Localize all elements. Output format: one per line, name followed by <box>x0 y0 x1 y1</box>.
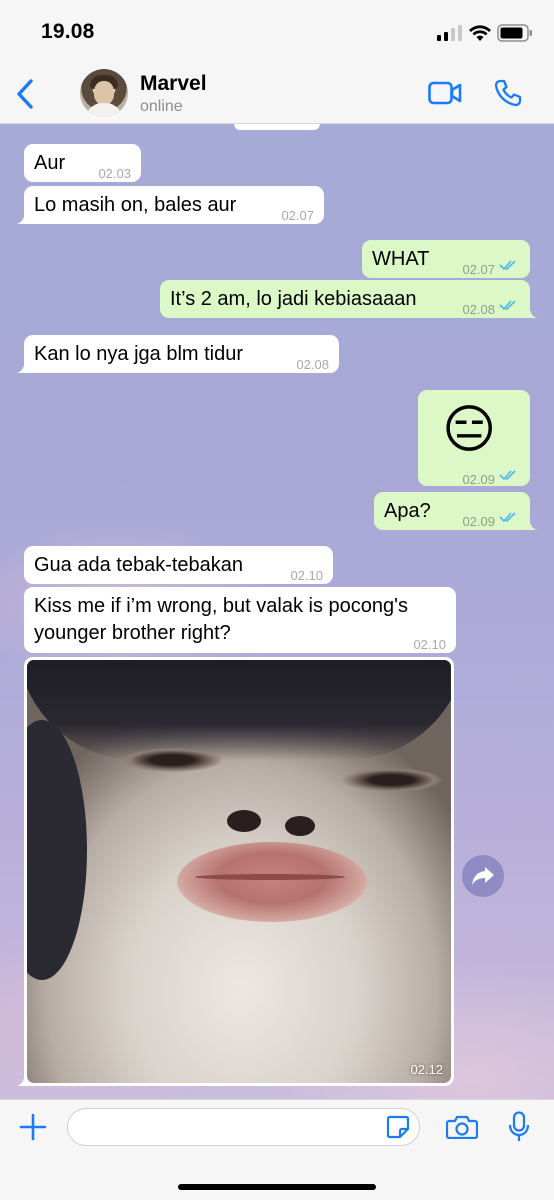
status-bar: 19.08 <box>0 0 554 62</box>
message-time: 02.12 <box>410 1062 443 1077</box>
outgoing-emoji-message[interactable]: 😑 02.09 <box>418 390 530 487</box>
read-ticks-icon <box>499 470 516 481</box>
read-ticks-icon <box>499 300 516 311</box>
battery-icon <box>497 24 532 42</box>
message-text: Gua ada tebak-tebakan <box>34 554 244 576</box>
forward-button[interactable] <box>462 855 504 897</box>
message-text-line-1: Kiss me if i’m wrong, but valak is pocon… <box>34 595 408 617</box>
incoming-message[interactable]: Kiss me if i’m wrong, but valak is pocon… <box>24 587 456 653</box>
message-text: Lo masih on, bales aur <box>34 194 237 216</box>
emoji-expressionless: 😑 <box>442 401 497 459</box>
message-time: 02.03 <box>98 166 131 181</box>
message-time: 02.08 <box>296 357 329 372</box>
contact-avatar[interactable] <box>80 69 128 117</box>
incoming-message[interactable]: Gua ada tebak-tebakan 02.10 <box>24 546 333 584</box>
forward-arrow-icon <box>472 867 494 885</box>
camera-icon[interactable] <box>446 1115 478 1139</box>
message-text: It’s 2 am, lo jadi kebiasaaan <box>170 288 417 310</box>
back-chevron-icon[interactable] <box>14 78 36 110</box>
incoming-message[interactable]: Lo masih on, bales aur 02.07 <box>17 186 324 224</box>
message-text: Apa? <box>384 500 431 522</box>
previous-message-edge <box>234 124 320 130</box>
message-text: Kan lo nya jga blm tidur <box>34 343 244 365</box>
video-call-icon[interactable] <box>428 81 462 105</box>
message-time: 02.07 <box>281 208 314 223</box>
chat-area[interactable]: Aur 02.03 Lo masih on, bales aur 02.07 W… <box>0 124 554 1099</box>
read-ticks-icon <box>499 260 516 271</box>
shared-photo[interactable]: 02.12 <box>27 660 451 1083</box>
message-input[interactable] <box>67 1108 420 1146</box>
contact-status: online <box>140 98 183 115</box>
message-text-line-2: younger brother right? <box>34 622 231 644</box>
sticker-icon[interactable] <box>386 1115 410 1139</box>
message-composer <box>0 1099 554 1200</box>
incoming-message[interactable]: Kan lo nya jga blm tidur 02.08 <box>17 335 339 373</box>
microphone-icon[interactable] <box>508 1111 530 1143</box>
outgoing-message[interactable]: WHAT 02.07 <box>362 240 530 278</box>
incoming-photo-message[interactable]: 02.12 <box>17 657 454 1086</box>
message-time: 02.10 <box>290 568 323 583</box>
status-time: 19.08 <box>41 20 95 43</box>
outgoing-message[interactable]: Apa? 02.09 <box>374 492 537 530</box>
outgoing-message[interactable]: It’s 2 am, lo jadi kebiasaaan 02.08 <box>160 280 537 318</box>
message-text: Aur <box>34 152 66 174</box>
chat-header: Marvel online <box>0 62 554 124</box>
home-indicator[interactable] <box>178 1184 376 1190</box>
incoming-message[interactable]: Aur 02.03 <box>24 144 141 182</box>
message-time: 02.09 <box>462 472 495 487</box>
contact-name[interactable]: Marvel <box>140 72 207 96</box>
signal-icon <box>437 25 462 41</box>
message-time: 02.09 <box>462 514 495 529</box>
plus-icon[interactable] <box>18 1112 48 1142</box>
message-time: 02.10 <box>413 637 446 652</box>
message-text: WHAT <box>372 248 430 270</box>
wifi-icon <box>469 25 491 41</box>
message-time: 02.08 <box>462 302 495 317</box>
read-ticks-icon <box>499 512 516 523</box>
phone-call-icon[interactable] <box>494 79 522 107</box>
